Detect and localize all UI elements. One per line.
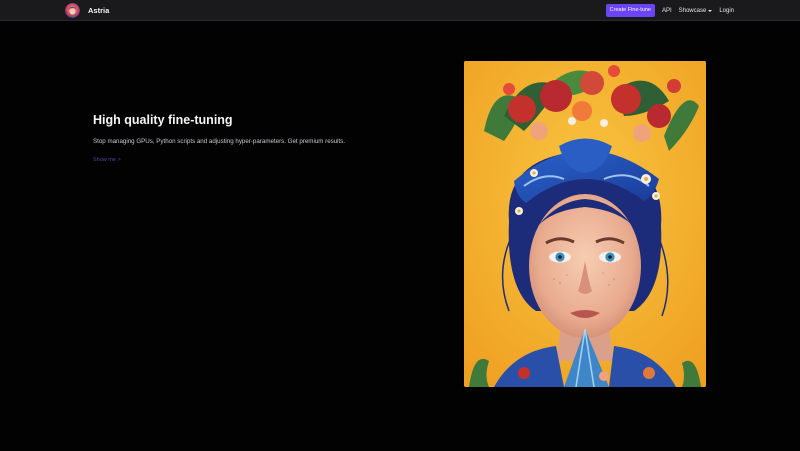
brand-name: Astria (88, 6, 110, 15)
nav-link-api[interactable]: API (662, 8, 672, 14)
nav-dropdown-showcase[interactable]: Showcase (679, 8, 713, 14)
show-me-link[interactable]: Show me > (93, 157, 121, 163)
nav-link-login[interactable]: Login (719, 8, 734, 14)
portrait-illustration (464, 61, 706, 387)
create-fine-tune-button[interactable]: Create Fine-tune (605, 4, 655, 17)
hero-subtitle: Stop managing GPUs, Python scripts and a… (93, 138, 346, 145)
top-navbar: Astria Create Fine-tune API Showcase Log… (0, 0, 800, 21)
astria-logo-icon (65, 3, 80, 18)
hero-title: High quality fine-tuning (93, 113, 233, 127)
brand-link[interactable]: Astria (65, 3, 109, 18)
nav-actions: Create Fine-tune API Showcase Login (605, 4, 734, 17)
hero-portrait-image (464, 61, 706, 387)
chevron-down-icon (708, 9, 713, 12)
nav-link-showcase-label: Showcase (678, 7, 707, 14)
